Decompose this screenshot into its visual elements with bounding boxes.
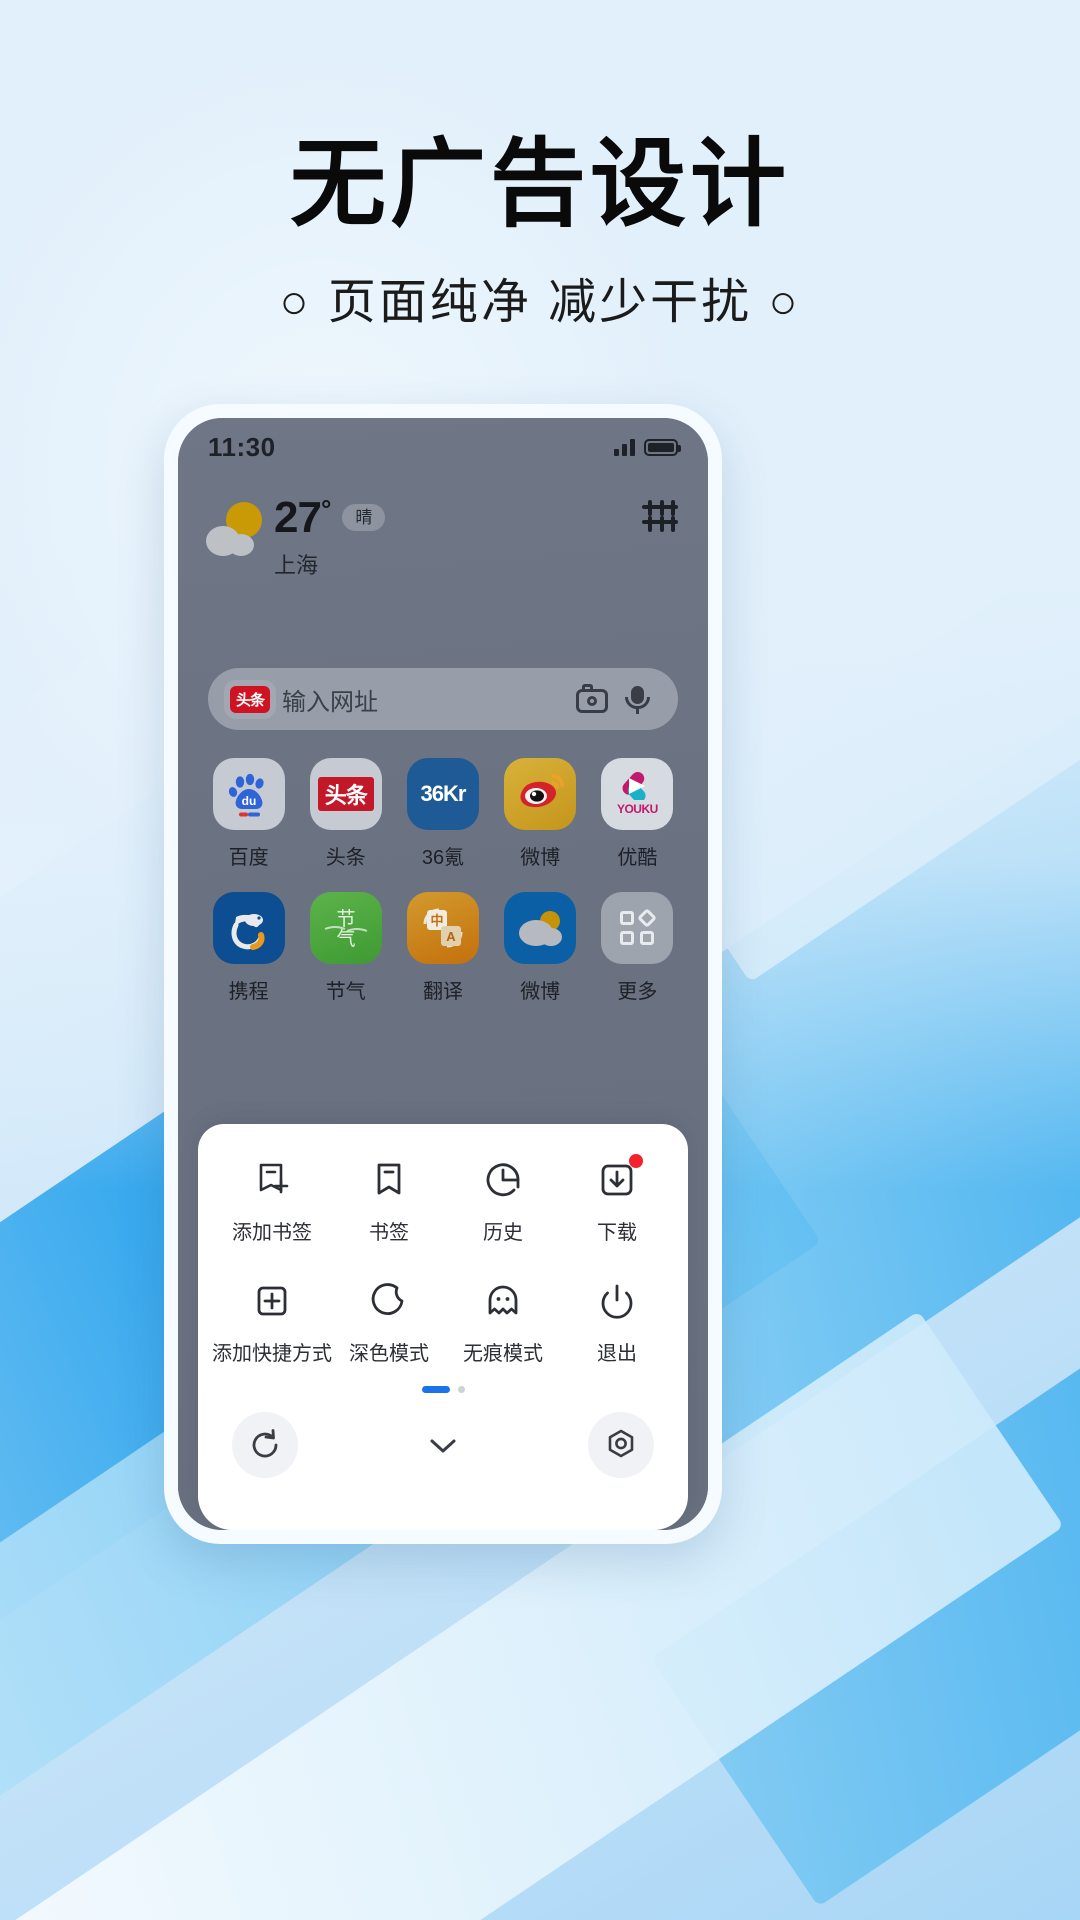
kr-wordmark: 36Kr (420, 781, 467, 806)
microphone-icon[interactable] (622, 684, 656, 714)
sheet-toolbar (198, 1393, 688, 1497)
app-label: 节气 (325, 981, 366, 1003)
menu-item-downloads[interactable]: 下载 (560, 1154, 674, 1245)
status-time: 11:30 (208, 431, 276, 462)
settings-gear-icon[interactable] (588, 1412, 654, 1478)
download-icon (595, 1154, 643, 1202)
baidu-icon: du (212, 758, 285, 830)
weather-temperature: 27° (274, 493, 331, 542)
menu-item-label: 深色模式 (349, 1343, 429, 1365)
menu-page-indicator[interactable] (198, 1386, 688, 1393)
browser-menu-sheet: 添加书签 书签 历史 下载 添加快捷方式 深色模式 无痕模式 退出 (198, 1124, 688, 1530)
search-engine-badge[interactable]: 头条 (230, 685, 270, 713)
app-label: 携程 (228, 981, 269, 1003)
power-exit-icon (595, 1279, 639, 1323)
app-label: 更多 (617, 981, 658, 1003)
status-bar: 11:30 (178, 418, 708, 476)
toutiao-icon: 头条 (309, 758, 382, 830)
degree-symbol: ° (320, 494, 331, 524)
svg-text:du: du (241, 794, 256, 808)
dark-mode-moon-icon (367, 1279, 411, 1323)
app-shortcut-more[interactable]: 更多 (589, 892, 686, 1004)
weather-text: 27° 晴 上海 (274, 493, 386, 580)
battery-full-icon (644, 438, 681, 456)
svg-text:A: A (446, 929, 456, 944)
weather-info: 27° 晴 上海 (206, 492, 386, 580)
sliders-icon[interactable] (640, 498, 680, 538)
menu-item-exit[interactable]: 退出 (560, 1279, 674, 1366)
status-indicators (614, 438, 681, 456)
status-badge (629, 1154, 643, 1168)
menu-item-label: 书签 (369, 1222, 409, 1244)
bookmark-icon (367, 1158, 411, 1202)
jieqi-icon: 节 气 (309, 892, 382, 964)
app-shortcut-grid: du 百度 头条 头条 36Kr 36氪 微博 YOUKU 优酷 携程 节 气 … (200, 758, 686, 1004)
add-shortcut-icon (250, 1279, 294, 1323)
app-shortcut-youku[interactable]: YOUKU 优酷 (589, 758, 686, 870)
weibo-icon (504, 758, 577, 830)
weather-widget[interactable]: 27° 晴 上海 (178, 492, 708, 602)
weather-city: 上海 (274, 553, 319, 578)
app-label: 百度 (228, 847, 269, 869)
history-clock-icon (481, 1158, 525, 1202)
menu-item-incognito[interactable]: 无痕模式 (446, 1279, 560, 1366)
app-label: 头条 (325, 847, 366, 869)
app-shortcut-weibo[interactable]: 微博 (492, 758, 589, 870)
incognito-ghost-icon (481, 1279, 525, 1323)
youku-icon: YOUKU (601, 758, 674, 830)
refresh-icon[interactable] (232, 1412, 298, 1478)
app-shortcut-weather[interactable]: 微博 (492, 892, 589, 1004)
app-label: 36氪 (421, 847, 465, 869)
36kr-icon: 36Kr (406, 758, 479, 830)
temperature-value: 27 (274, 493, 322, 542)
page-dot-active[interactable] (421, 1386, 450, 1393)
app-shortcut-toutiao[interactable]: 头条 头条 (297, 758, 394, 870)
app-shortcut-translate[interactable]: 中 A 翻译 (394, 892, 491, 1004)
app-shortcut-baidu[interactable]: du 百度 (200, 758, 297, 870)
page-title: 无广告设计 (290, 131, 790, 238)
menu-item-add-shortcut[interactable]: 添加快捷方式 (212, 1279, 332, 1366)
menu-item-label: 无痕模式 (463, 1343, 543, 1365)
sun-behind-cloud-icon (206, 502, 268, 558)
menu-item-label: 下载 (597, 1222, 637, 1244)
search-placeholder: 输入网址 (282, 688, 378, 716)
weather-icon (504, 892, 577, 964)
menu-item-label: 添加书签 (232, 1222, 312, 1244)
youku-wordmark: YOUKU (616, 802, 658, 816)
menu-item-add-bookmark[interactable]: 添加书签 (212, 1158, 332, 1245)
app-label: 优酷 (617, 847, 658, 869)
ctrip-icon (212, 892, 285, 964)
menu-item-label: 退出 (597, 1343, 637, 1365)
menu-item-bookmarks[interactable]: 书签 (332, 1158, 446, 1245)
search-input[interactable]: 头条 输入网址 (208, 668, 678, 730)
app-shortcut-ctrip[interactable]: 携程 (200, 892, 297, 1004)
page-dot[interactable] (457, 1386, 465, 1393)
menu-item-label: 添加快捷方式 (212, 1343, 332, 1365)
svg-text:中: 中 (430, 913, 443, 928)
menu-item-label: 历史 (483, 1222, 523, 1244)
phone-screen: 11:30 27° 晴 上海 头条 输入网址 du 百度 头条 头条 36Kr … (178, 418, 708, 1530)
more-grid-icon (601, 892, 674, 964)
app-label: 翻译 (422, 981, 463, 1003)
weather-condition-badge: 晴 (342, 504, 386, 531)
app-shortcut-jieqi[interactable]: 节 气 节气 (297, 892, 394, 1004)
menu-item-history[interactable]: 历史 (446, 1158, 560, 1245)
page-subtitle: ○ 页面纯净 减少干扰 ○ (279, 276, 801, 329)
menu-grid: 添加书签 书签 历史 下载 添加快捷方式 深色模式 无痕模式 退出 (198, 1124, 688, 1366)
app-label: 微博 (520, 847, 561, 869)
add-bookmark-icon (250, 1158, 294, 1202)
signal-bars-icon (614, 438, 635, 456)
svg-text:气: 气 (336, 928, 355, 950)
app-shortcut-36kr[interactable]: 36Kr 36氪 (394, 758, 491, 870)
translate-icon: 中 A (406, 892, 479, 964)
app-label: 微博 (520, 981, 561, 1003)
phone-mockup: 11:30 27° 晴 上海 头条 输入网址 du 百度 头条 头条 36Kr … (164, 404, 722, 1544)
chevron-down-icon[interactable] (420, 1422, 466, 1468)
menu-item-dark-mode[interactable]: 深色模式 (332, 1279, 446, 1366)
camera-icon[interactable] (576, 684, 610, 714)
